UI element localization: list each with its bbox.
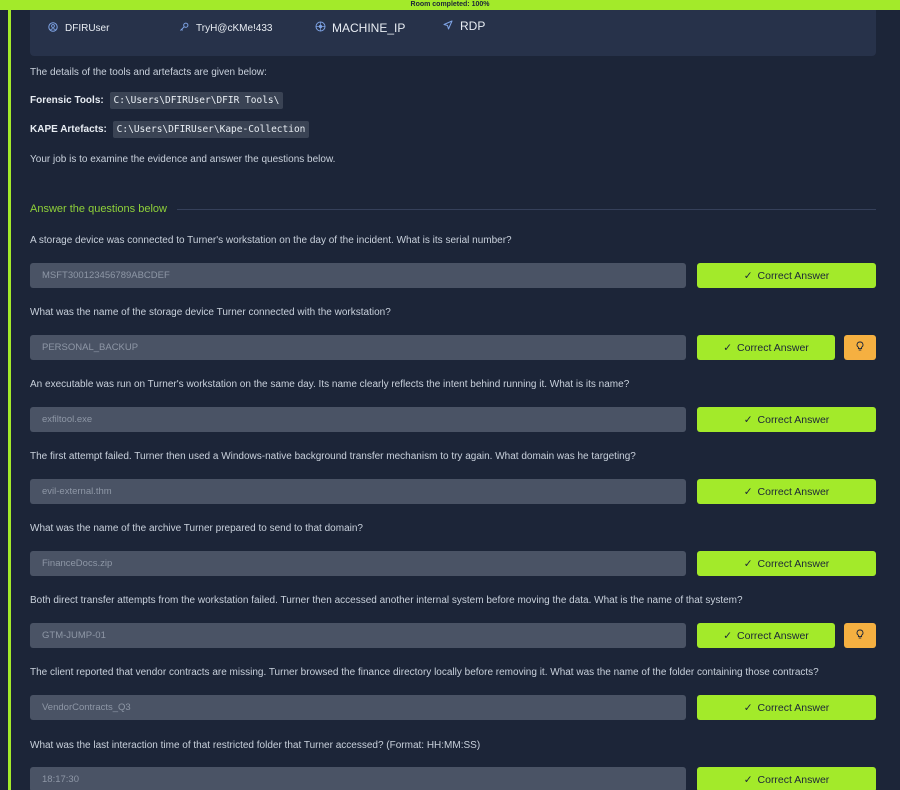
question-1-text: A storage device was connected to Turner…: [30, 235, 512, 246]
question-8-answer-field[interactable]: 18:17:30: [30, 767, 686, 790]
forensic-tools-label: Forensic Tools:: [30, 95, 104, 106]
question-6-correct-answer-button[interactable]: ✓ Correct Answer: [697, 623, 835, 648]
room-progress-bar: Room completed: 100%: [0, 0, 900, 10]
username-value[interactable]: DFIRUser: [65, 23, 109, 34]
credential-password: TryH@cKMe!433: [178, 22, 272, 35]
questions-section-title: Answer the questions below: [30, 203, 167, 215]
question-5-text: What was the name of the archive Turner …: [30, 523, 363, 534]
lightbulb-icon: [856, 629, 864, 643]
forensic-tools-path[interactable]: C:\Users\DFIRUser\DFIR Tools\: [109, 92, 284, 109]
ip-address-value[interactable]: MACHINE_IP: [332, 21, 405, 35]
question-3-text: An executable was run on Turner's workst…: [30, 379, 630, 390]
questions-section-header: Answer the questions below: [30, 202, 876, 216]
question-7-text: The client reported that vendor contract…: [30, 667, 819, 678]
progress-label: Room completed: 100%: [410, 1, 490, 8]
network-icon: [314, 21, 326, 35]
question-4-text: The first attempt failed. Turner then us…: [30, 451, 636, 462]
kape-artefacts-label: KAPE Artefacts:: [30, 124, 107, 135]
check-icon: ✓: [743, 413, 753, 426]
tools-intro-text: The details of the tools and artefacts a…: [30, 67, 267, 78]
question-7-answer-field[interactable]: VendorContracts_Q3: [30, 695, 686, 720]
correct-answer-label: Correct Answer: [757, 413, 830, 426]
correct-answer-label: Correct Answer: [737, 629, 809, 642]
credential-ip-address: MACHINE_IP: [314, 21, 405, 35]
check-icon: ✓: [723, 341, 733, 354]
progress-accent-line: [8, 0, 11, 790]
kape-artefacts-line: KAPE Artefacts: C:\Users\DFIRUser\Kape-C…: [30, 121, 310, 138]
question-6-hint-button[interactable]: [844, 623, 876, 648]
check-icon: ✓: [743, 701, 753, 714]
send-icon: [442, 20, 454, 33]
question-2-hint-button[interactable]: [844, 335, 876, 360]
question-4-answer-field[interactable]: evil-external.thm: [30, 479, 686, 504]
question-2-answer-field[interactable]: PERSONAL_BACKUP: [30, 335, 686, 360]
question-8-correct-answer-button[interactable]: ✓ Correct Answer: [697, 767, 876, 790]
section-divider: [176, 208, 876, 210]
correct-answer-label: Correct Answer: [757, 269, 830, 282]
credential-connection: RDP: [442, 19, 485, 33]
question-7-correct-answer-button[interactable]: ✓ Correct Answer: [697, 695, 876, 720]
question-3-answer-field[interactable]: exfiltool.exe: [30, 407, 686, 432]
password-value[interactable]: TryH@cKMe!433: [196, 23, 272, 34]
lightbulb-icon: [856, 341, 864, 355]
credential-username: DFIRUser: [47, 22, 109, 35]
question-1-answer-field[interactable]: MSFT300123456789ABCDEF: [30, 263, 686, 288]
check-icon: ✓: [743, 773, 753, 786]
question-3-correct-answer-button[interactable]: ✓ Correct Answer: [697, 407, 876, 432]
question-5-correct-answer-button[interactable]: ✓ Correct Answer: [697, 551, 876, 576]
key-icon: [178, 22, 190, 35]
check-icon: ✓: [743, 269, 753, 282]
question-6-answer-field[interactable]: GTM-JUMP-01: [30, 623, 686, 648]
correct-answer-label: Correct Answer: [737, 341, 809, 354]
question-1-correct-answer-button[interactable]: ✓ Correct Answer: [697, 263, 876, 288]
question-2-text: What was the name of the storage device …: [30, 307, 391, 318]
question-8-text: What was the last interaction time of th…: [30, 740, 481, 751]
question-6-text: Both direct transfer attempts from the w…: [30, 595, 743, 606]
job-instructions-text: Your job is to examine the evidence and …: [30, 154, 336, 165]
connection-value: RDP: [460, 19, 486, 33]
user-icon: [47, 22, 59, 35]
question-5-answer-field[interactable]: FinanceDocs.zip: [30, 551, 686, 576]
question-2-correct-answer-button[interactable]: ✓ Correct Answer: [697, 335, 835, 360]
correct-answer-label: Correct Answer: [757, 557, 830, 570]
check-icon: ✓: [743, 557, 753, 570]
correct-answer-label: Correct Answer: [757, 701, 830, 714]
correct-answer-label: Correct Answer: [757, 773, 830, 786]
check-icon: ✓: [743, 485, 753, 498]
question-4-correct-answer-button[interactable]: ✓ Correct Answer: [697, 479, 876, 504]
kape-artefacts-path[interactable]: C:\Users\DFIRUser\Kape-Collection: [112, 121, 310, 138]
forensic-tools-line: Forensic Tools: C:\Users\DFIRUser\DFIR T…: [30, 92, 284, 109]
correct-answer-label: Correct Answer: [757, 485, 830, 498]
check-icon: ✓: [723, 629, 733, 642]
